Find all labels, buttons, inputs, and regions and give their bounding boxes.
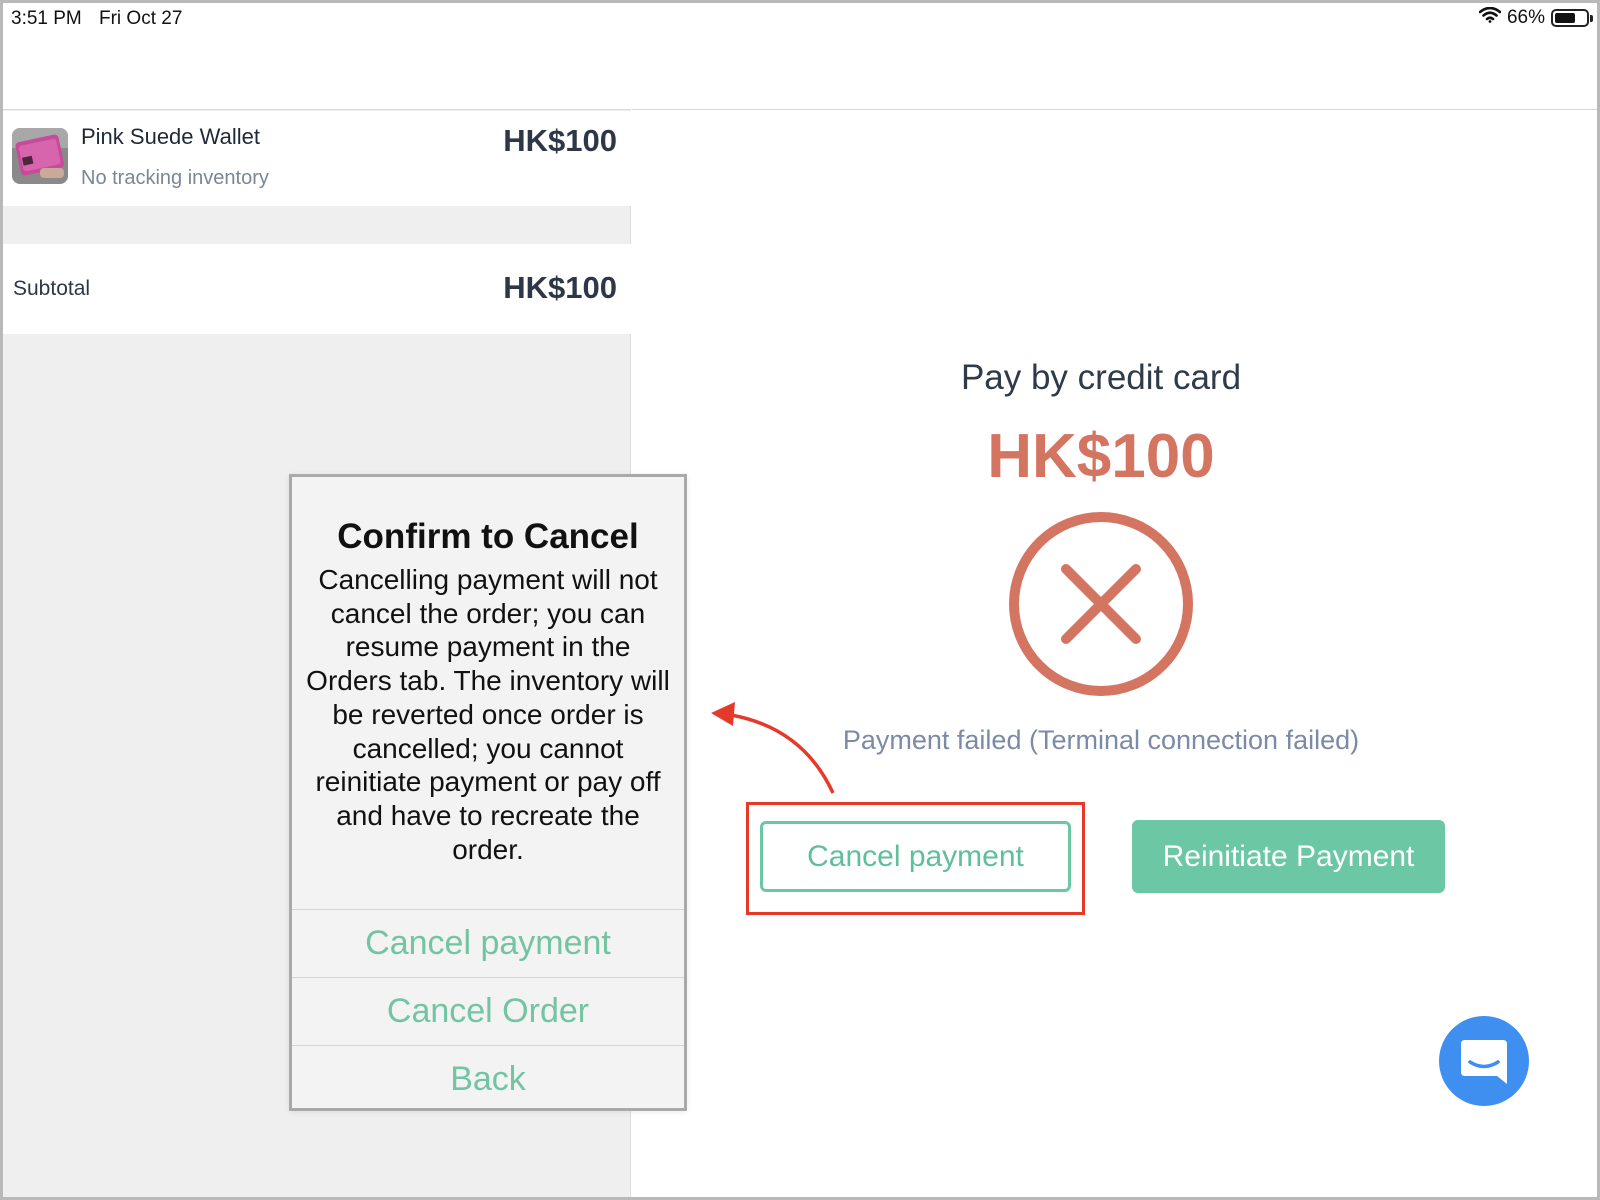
status-time: 3:51 PM — [11, 8, 82, 29]
item-price: HK$100 — [503, 123, 617, 158]
header-divider — [632, 109, 1597, 110]
item-name: Pink Suede Wallet — [81, 124, 260, 149]
status-bar: 3:51 PM Fri Oct 27 66% — [3, 3, 1597, 35]
battery-icon — [1551, 9, 1593, 27]
cart-item-row[interactable]: Pink Suede Wallet No tracking inventory … — [3, 111, 631, 206]
payment-title: Pay by credit card — [960, 358, 1242, 397]
annotation-arrow — [703, 693, 843, 803]
status-date: Fri Oct 27 — [99, 8, 183, 29]
wallet-thumbnail — [12, 128, 68, 184]
dialog-message: Cancelling payment will not cancel the o… — [306, 564, 670, 865]
cancel-payment-button[interactable]: Cancel payment — [760, 821, 1071, 892]
subtotal-value: HK$100 — [503, 270, 617, 305]
battery-cap — [1590, 15, 1593, 22]
wifi-icon — [1478, 6, 1502, 29]
dialog-back-button[interactable]: Back — [292, 1045, 684, 1113]
app-window: Pink Suede Wallet No tracking inventory … — [0, 0, 1600, 1200]
dialog-title: Confirm to Cancel — [337, 517, 639, 556]
dialog-cancel-payment-button[interactable]: Cancel payment — [292, 909, 684, 977]
chat-bubble-icon[interactable] — [1439, 1016, 1529, 1106]
payment-amount: HK$100 — [987, 422, 1215, 491]
subtotal-row: Subtotal HK$100 — [3, 244, 631, 334]
status-indicators: 66% — [1478, 6, 1593, 29]
battery-percent: 66% — [1506, 7, 1545, 28]
item-inventory-note: No tracking inventory — [81, 167, 269, 189]
x-circle-icon — [1008, 511, 1194, 697]
dialog-cancel-order-button[interactable]: Cancel Order — [292, 977, 684, 1045]
confirm-cancel-dialog: Confirm to Cancel Cancelling payment wil… — [289, 474, 687, 1111]
reinitiate-payment-button[interactable]: Reinitiate Payment — [1132, 820, 1445, 893]
subtotal-label: Subtotal — [13, 277, 91, 300]
battery-level — [1555, 13, 1575, 23]
